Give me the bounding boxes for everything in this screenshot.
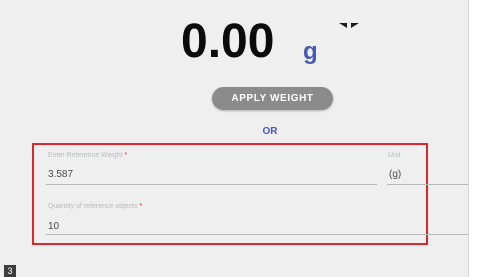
unit-underline	[387, 184, 468, 185]
quantity-field[interactable]: 10	[48, 221, 59, 232]
reference-weight-field[interactable]: 3.587	[48, 169, 73, 180]
unit-label: Unit	[388, 152, 401, 159]
reference-weight-underline	[46, 184, 377, 185]
quantity-label-text: Quantity of reference objects	[48, 203, 138, 210]
unit-dropdown-icon[interactable]	[338, 19, 360, 31]
quantity-label: Quantity of reference objects *	[48, 203, 142, 210]
step-number-badge: 3	[4, 265, 16, 277]
reference-weight-label-text: Enter Reference Weight	[48, 152, 123, 159]
required-mark: *	[139, 203, 143, 210]
weight-value: 0.00	[181, 15, 275, 68]
required-mark: *	[124, 152, 128, 159]
unit-field[interactable]: (g)	[389, 169, 401, 180]
scale-panel: 0.00 g APPLY WEIGHT OR Enter Reference W…	[0, 0, 469, 277]
reference-weight-label: Enter Reference Weight *	[48, 152, 127, 159]
weight-unit: g	[303, 38, 318, 65]
quantity-underline	[46, 234, 468, 235]
weight-display: 0.00 g	[0, 14, 468, 74]
apply-weight-button[interactable]: APPLY WEIGHT	[212, 87, 333, 110]
or-divider-label: OR	[262, 126, 278, 137]
